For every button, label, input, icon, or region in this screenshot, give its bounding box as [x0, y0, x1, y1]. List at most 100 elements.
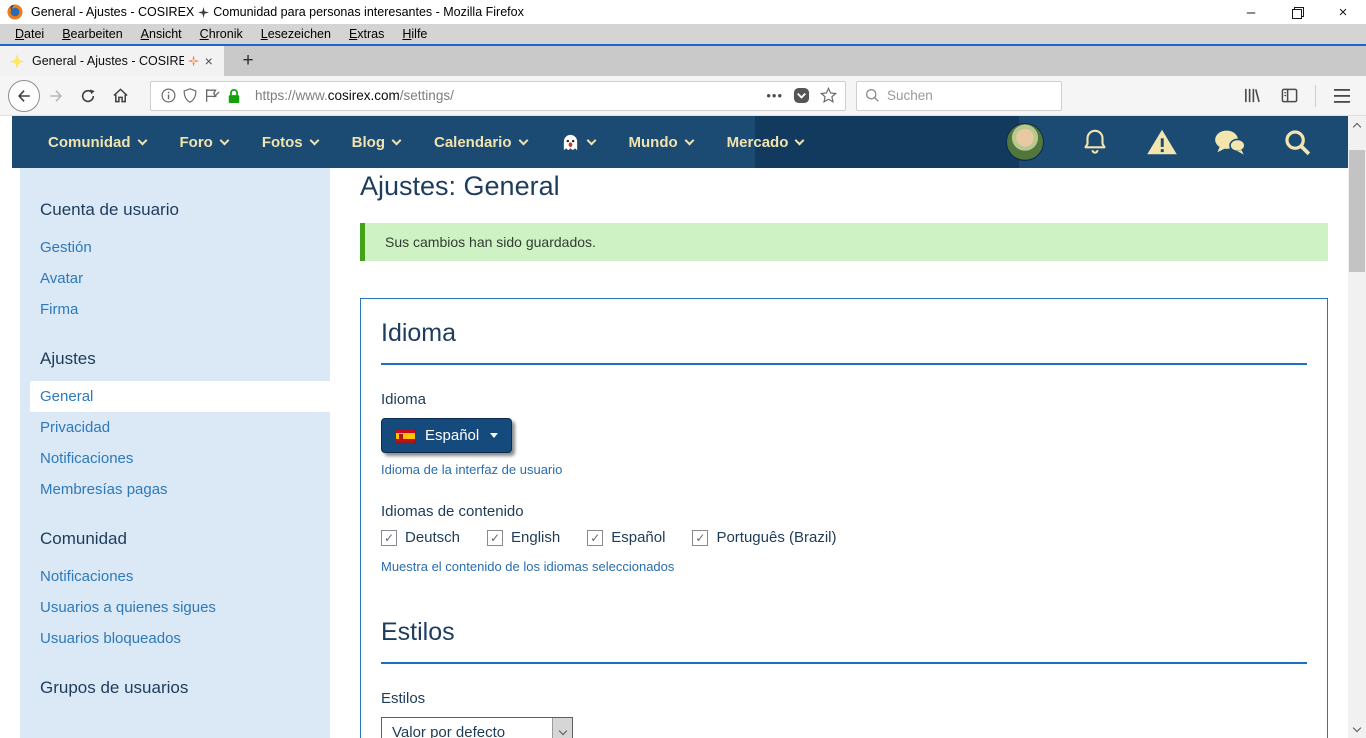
- sidebar-item-usuarios-bloqueados[interactable]: Usuarios bloqueados: [20, 623, 330, 654]
- navigation-toolbar: https://www.cosirex.com/settings/ •••: [0, 76, 1366, 116]
- idioma-helper-text: Idioma de la interfaz de usuario: [381, 462, 1307, 477]
- tab-bar: General - Ajustes - COSIREX × +: [0, 44, 1366, 76]
- nav-mercado[interactable]: Mercado: [710, 116, 821, 168]
- nav-fotos[interactable]: Fotos: [245, 116, 335, 168]
- checkbox-espanol[interactable]: ✓ Español: [587, 529, 665, 546]
- tab-starburst-icon: [188, 55, 199, 67]
- menu-lesezeichen[interactable]: Lesezeichen: [252, 25, 340, 43]
- idioma-field-label: Idioma: [381, 391, 1307, 408]
- tab-title: General - Ajustes - COSIREX: [32, 54, 184, 68]
- restore-button[interactable]: [1274, 0, 1320, 24]
- sidebar-heading-comunidad: Comunidad: [20, 511, 330, 561]
- sidebar-item-notificaciones-comunidad[interactable]: Notificaciones: [20, 561, 330, 592]
- content-languages-label: Idiomas de contenido: [381, 503, 1307, 520]
- menu-hilfe[interactable]: Hilfe: [393, 25, 436, 43]
- notifications-bell-icon[interactable]: [1080, 127, 1110, 157]
- sidebar-item-membresias[interactable]: Membresías pagas: [20, 474, 330, 505]
- search-input[interactable]: [887, 88, 1037, 103]
- lock-icon[interactable]: [227, 88, 241, 104]
- alerts-warning-icon[interactable]: [1146, 127, 1178, 157]
- page-scrollbar[interactable]: [1348, 116, 1366, 738]
- checkbox-checked-icon[interactable]: ✓: [487, 530, 503, 546]
- sidebar-toggle-icon[interactable]: [1273, 80, 1305, 112]
- nav-calendario[interactable]: Calendario: [417, 116, 544, 168]
- settings-panel: Idioma Idioma Español Idioma de la inter…: [360, 298, 1328, 738]
- settings-sidebar: Cuenta de usuario Gestión Avatar Firma A…: [20, 168, 330, 738]
- pocket-icon[interactable]: [793, 87, 810, 104]
- scroll-up-icon[interactable]: [1348, 116, 1366, 134]
- search-bar[interactable]: [856, 81, 1062, 111]
- menu-chronik[interactable]: Chronik: [191, 25, 252, 43]
- section-title-idioma: Idioma: [381, 319, 1307, 348]
- nav-foro[interactable]: Foro: [163, 116, 245, 168]
- checkbox-checked-icon[interactable]: ✓: [587, 530, 603, 546]
- messages-chat-icon[interactable]: [1214, 128, 1246, 156]
- nav-mundo[interactable]: Mundo: [612, 116, 710, 168]
- shield-icon[interactable]: [183, 88, 197, 103]
- library-icon[interactable]: [1235, 80, 1267, 112]
- styles-select-value: Valor por defecto: [382, 724, 552, 738]
- styles-select[interactable]: Valor por defecto: [381, 717, 573, 738]
- tab-favicon-starburst-icon: [10, 54, 24, 69]
- language-dropdown-button[interactable]: Español: [381, 418, 512, 453]
- permissions-flag-icon[interactable]: [204, 88, 220, 103]
- menu-bearbeiten[interactable]: Bearbeiten: [53, 25, 131, 43]
- menu-ansicht[interactable]: Ansicht: [132, 25, 191, 43]
- checkbox-checked-icon[interactable]: ✓: [381, 530, 397, 546]
- sidebar-item-avatar[interactable]: Avatar: [20, 263, 330, 294]
- content-languages-helper: Muestra el contenido de los idiomas sele…: [381, 559, 1307, 574]
- section-divider: [381, 662, 1307, 664]
- sidebar-item-usuarios-sigues[interactable]: Usuarios a quienes sigues: [20, 592, 330, 623]
- chevron-down-icon: [392, 135, 402, 145]
- search-icon: [865, 88, 880, 103]
- new-tab-button[interactable]: +: [232, 46, 264, 76]
- menu-extras[interactable]: Extras: [340, 25, 393, 43]
- sidebar-heading-grupos: Grupos de usuarios: [20, 660, 330, 710]
- page-actions-icon[interactable]: •••: [766, 88, 783, 103]
- home-button[interactable]: [104, 80, 136, 112]
- user-avatar[interactable]: [1006, 123, 1044, 161]
- chevron-down-icon: [684, 135, 694, 145]
- sidebar-item-gestion[interactable]: Gestión: [20, 232, 330, 263]
- checkbox-checked-icon[interactable]: ✓: [692, 530, 708, 546]
- minimize-button[interactable]: –: [1228, 0, 1274, 24]
- forward-button[interactable]: [40, 80, 72, 112]
- page-viewport: Comunidad Foro Fotos Blog Calendario Mun…: [0, 116, 1366, 738]
- content-languages-group: ✓ Deutsch ✓ English ✓ Español ✓: [381, 529, 1307, 546]
- close-button[interactable]: ×: [1320, 0, 1366, 24]
- nav-ghost-menu[interactable]: [544, 116, 612, 168]
- firefox-icon: [7, 4, 23, 20]
- scrollbar-thumb[interactable]: [1349, 150, 1365, 272]
- menu-datei[interactable]: Datei: [6, 25, 53, 43]
- bookmark-star-icon[interactable]: [820, 87, 837, 104]
- chevron-down-icon: [795, 135, 805, 145]
- dropdown-caret-icon: [490, 433, 498, 438]
- nav-comunidad[interactable]: Comunidad: [31, 116, 163, 168]
- browser-window: General - Ajustes - COSIREX Comunidad pa…: [0, 0, 1366, 738]
- nav-blog[interactable]: Blog: [335, 116, 417, 168]
- checkbox-portugues[interactable]: ✓ Português (Brazil): [692, 529, 836, 546]
- checkbox-deutsch[interactable]: ✓ Deutsch: [381, 529, 460, 546]
- site-info-icon[interactable]: [161, 88, 176, 103]
- browser-tab[interactable]: General - Ajustes - COSIREX ×: [0, 46, 224, 76]
- scroll-down-icon[interactable]: [1348, 720, 1366, 738]
- ghost-icon: [561, 133, 580, 152]
- url-bar[interactable]: https://www.cosirex.com/settings/ •••: [150, 81, 846, 111]
- reload-icon[interactable]: [72, 80, 104, 112]
- toolbar-separator: [1315, 85, 1316, 107]
- tab-close-icon[interactable]: ×: [199, 53, 218, 69]
- page-body: Cuenta de usuario Gestión Avatar Firma A…: [0, 168, 1348, 738]
- sidebar-item-firma[interactable]: Firma: [20, 294, 330, 325]
- window-title: General - Ajustes - COSIREX Comunidad pa…: [31, 5, 524, 19]
- sidebar-item-notificaciones[interactable]: Notificaciones: [20, 443, 330, 474]
- site-search-icon[interactable]: [1282, 127, 1312, 157]
- sidebar-item-privacidad[interactable]: Privacidad: [20, 412, 330, 443]
- sidebar-heading-cuenta: Cuenta de usuario: [20, 182, 330, 232]
- back-button[interactable]: [8, 80, 40, 112]
- chevron-down-icon: [137, 135, 147, 145]
- select-arrow-icon[interactable]: [552, 718, 572, 738]
- checkbox-english[interactable]: ✓ English: [487, 529, 560, 546]
- chevron-down-icon: [309, 135, 319, 145]
- hamburger-menu-icon[interactable]: [1326, 80, 1358, 112]
- sidebar-item-general[interactable]: General: [30, 381, 330, 412]
